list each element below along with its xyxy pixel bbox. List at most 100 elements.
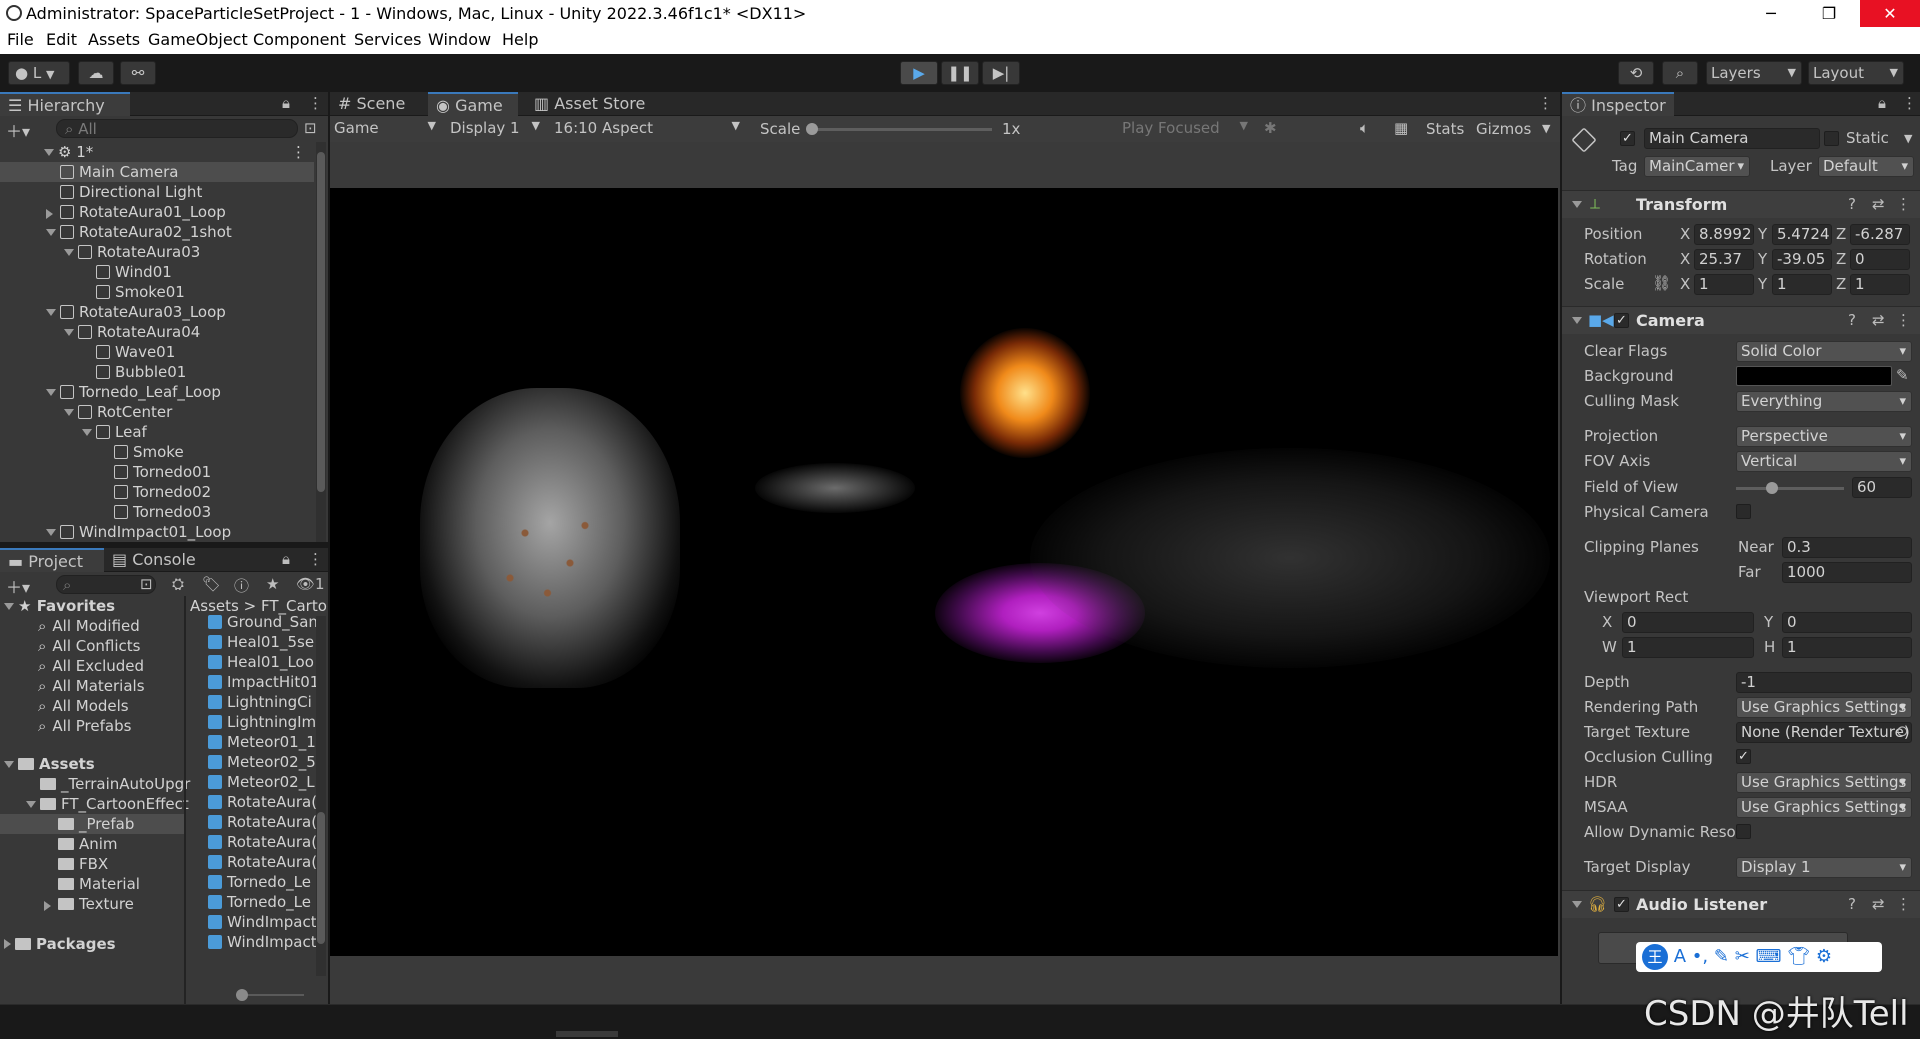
- favorite-item[interactable]: ⌕ All Conflicts: [38, 636, 141, 656]
- prefab-item[interactable]: WindImpact: [208, 912, 317, 932]
- hierarchy-item[interactable]: RotateAura02_1shot: [0, 222, 314, 242]
- tab-inspector[interactable]: ⓘ Inspector: [1562, 92, 1674, 116]
- transform-rotation-y-input[interactable]: -39.05: [1772, 249, 1832, 270]
- more-options-icon[interactable]: ⋮: [291, 142, 306, 162]
- asset-folder-item[interactable]: _TerrainAutoUpgr: [0, 774, 190, 794]
- expand-arrow-icon[interactable]: [46, 529, 56, 536]
- game-render[interactable]: [330, 188, 1558, 956]
- stats-toggle[interactable]: Stats: [1426, 119, 1464, 139]
- expand-arrow-icon[interactable]: [64, 329, 74, 336]
- prefab-item[interactable]: Meteor02_5: [208, 752, 316, 772]
- static-checkbox[interactable]: [1824, 131, 1839, 146]
- prefab-item[interactable]: RotateAura(: [208, 792, 317, 812]
- display-dropdown[interactable]: Display 1 ▼: [450, 119, 540, 137]
- rendering-path-dropdown[interactable]: Use Graphics Settings: [1736, 697, 1912, 718]
- menu-component[interactable]: Component: [253, 30, 346, 49]
- clear-flags-dropdown[interactable]: Solid Color: [1736, 341, 1912, 362]
- slider-handle[interactable]: [1765, 482, 1778, 494]
- expand-arrow-icon[interactable]: [26, 801, 36, 808]
- prefab-item[interactable]: Meteor02_L: [208, 772, 315, 792]
- hdr-dropdown[interactable]: Use Graphics Settings: [1736, 772, 1912, 793]
- prefab-item[interactable]: ImpactHit01: [208, 672, 319, 692]
- audio-listener-checkbox[interactable]: ✓: [1614, 897, 1629, 912]
- far-input[interactable]: 1000: [1782, 562, 1912, 583]
- expand-arrow-icon[interactable]: [46, 229, 56, 236]
- info-icon[interactable]: ⓘ: [234, 575, 249, 596]
- audio-mute-icon[interactable]: 🔈︎: [1360, 119, 1369, 137]
- ime-handwrite-icon[interactable]: ✎: [1714, 946, 1729, 967]
- expand-arrow-icon[interactable]: [64, 409, 74, 416]
- menu-services[interactable]: Services: [354, 30, 421, 49]
- depth-input[interactable]: -1: [1736, 672, 1912, 693]
- scrollbar-thumb[interactable]: [317, 812, 325, 944]
- hierarchy-item[interactable]: RotateAura03: [0, 242, 314, 262]
- more-options-icon[interactable]: ⋮: [308, 550, 323, 568]
- hierarchy-item[interactable]: Leaf: [0, 422, 314, 442]
- more-options-icon[interactable]: ⋮: [1538, 94, 1553, 112]
- lock-icon[interactable]: 🔒︎: [282, 550, 290, 568]
- prefab-item[interactable]: Tornedo_Le: [208, 872, 311, 892]
- prefab-item[interactable]: Heal01_5se: [208, 632, 314, 652]
- slider-handle[interactable]: [806, 123, 818, 135]
- tab-scene[interactable]: # Scene: [330, 92, 428, 116]
- hierarchy-search-input[interactable]: ⌕ All: [56, 119, 298, 138]
- collab-button[interactable]: ⚯: [120, 61, 156, 85]
- transform-scale-z-input[interactable]: 1: [1850, 274, 1910, 295]
- more-options-icon[interactable]: ⋮: [1902, 94, 1917, 112]
- hierarchy-item[interactable]: Main Camera: [0, 162, 314, 182]
- scene-search-icon[interactable]: ⊡: [304, 119, 317, 137]
- play-mode-dropdown[interactable]: Play Focused ▼: [1122, 119, 1250, 137]
- keyboard-shortcut-icon[interactable]: ▦: [1394, 119, 1408, 137]
- prefab-item[interactable]: LightningIm: [208, 712, 316, 732]
- create-asset-button[interactable]: ＋▾: [6, 574, 30, 598]
- history-button[interactable]: ⟲: [1618, 61, 1654, 85]
- active-checkbox[interactable]: ✓: [1620, 131, 1635, 146]
- favorite-item[interactable]: ⌕ All Modified: [38, 616, 140, 636]
- background-color-swatch[interactable]: [1736, 366, 1892, 386]
- hierarchy-item[interactable]: Directional Light: [0, 182, 314, 202]
- hierarchy-item[interactable]: Bubble01: [0, 362, 314, 382]
- transform-position-x-input[interactable]: 8.8992: [1694, 224, 1754, 245]
- step-button[interactable]: ▶|: [982, 61, 1020, 85]
- presets-icon[interactable]: ⇄: [1872, 195, 1885, 213]
- favorites-header[interactable]: ★ Favorites: [4, 596, 115, 616]
- eyedropper-icon[interactable]: ✎: [1896, 366, 1909, 384]
- filter-type-icon[interactable]: ⛭: [172, 575, 184, 593]
- more-options-icon[interactable]: ⋮: [308, 94, 323, 112]
- layout-dropdown[interactable]: Layout ▼: [1808, 61, 1904, 85]
- asset-folder-item[interactable]: Material: [0, 874, 184, 894]
- hierarchy-item[interactable]: Wave01: [0, 342, 314, 362]
- hidden-packages-icon[interactable]: 👁︎1: [296, 575, 325, 593]
- help-icon[interactable]: ?: [1848, 311, 1856, 329]
- ime-lang-icon[interactable]: A: [1674, 946, 1686, 967]
- menu-edit[interactable]: Edit: [46, 30, 77, 49]
- projection-dropdown[interactable]: Perspective: [1736, 426, 1912, 447]
- expand-arrow-icon[interactable]: [46, 209, 53, 219]
- viewport-h-input[interactable]: 1: [1782, 637, 1912, 658]
- favorite-item[interactable]: ⌕ All Models: [38, 696, 129, 716]
- prefab-item[interactable]: Meteor01_1: [208, 732, 316, 752]
- asset-folder-item[interactable]: FBX: [0, 854, 184, 874]
- hierarchy-scrollbar[interactable]: [316, 142, 326, 542]
- assets-root[interactable]: Assets: [4, 754, 95, 774]
- asset-folder-item[interactable]: Texture: [0, 894, 184, 914]
- prefab-item[interactable]: RotateAura(: [208, 832, 317, 852]
- transform-header[interactable]: ⟂ Transform ? ⇄ ⋮: [1562, 190, 1920, 218]
- viewport-w-input[interactable]: 1: [1622, 637, 1754, 658]
- close-button[interactable]: ✕: [1860, 0, 1920, 27]
- asset-folder-item[interactable]: Anim: [0, 834, 184, 854]
- more-options-icon[interactable]: ⋮: [1896, 311, 1911, 329]
- occlusion-culling-checkbox[interactable]: ✓: [1736, 749, 1751, 764]
- fov-axis-dropdown[interactable]: Vertical: [1736, 451, 1912, 472]
- minimize-button[interactable]: ─: [1748, 0, 1794, 27]
- hierarchy-item[interactable]: RotateAura01_Loop: [0, 202, 314, 222]
- ime-punct-icon[interactable]: •,: [1692, 946, 1708, 967]
- hierarchy-item[interactable]: Wind01: [0, 262, 314, 282]
- transform-position-y-input[interactable]: 5.4724: [1772, 224, 1832, 245]
- favorite-item[interactable]: ⌕ All Prefabs: [38, 716, 131, 736]
- ime-settings-icon[interactable]: ⚙: [1816, 946, 1832, 967]
- msaa-dropdown[interactable]: Use Graphics Settings: [1736, 797, 1912, 818]
- favorite-item[interactable]: ⌕ All Excluded: [38, 656, 144, 676]
- viewport-y-input[interactable]: 0: [1782, 612, 1912, 633]
- audio-listener-header[interactable]: 🎧︎ ✓ Audio Listener ? ⇄ ⋮: [1562, 890, 1920, 918]
